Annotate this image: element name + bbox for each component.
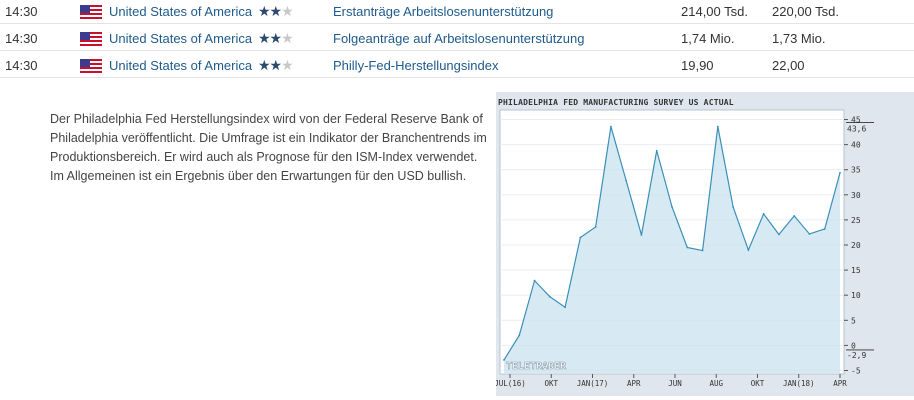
actual-value: 19,90 <box>681 58 714 73</box>
y-tick-label: 45 <box>851 116 861 125</box>
y-tick-label: 20 <box>851 241 861 250</box>
actual-value: 1,74 Mio. <box>681 31 735 46</box>
data-point <box>778 233 780 236</box>
y-tick-label: 25 <box>851 216 861 225</box>
x-tick-label: JUN <box>668 379 682 388</box>
event-link[interactable]: Erstanträge Arbeitslosenunterstützung <box>333 4 553 20</box>
x-tick-label: OKT <box>544 379 558 388</box>
country-link[interactable]: United States of America <box>109 31 252 47</box>
us-flag-icon <box>80 5 102 19</box>
y-tick-label: 0 <box>851 341 856 350</box>
forecast-value: 22,00 <box>772 58 805 73</box>
philly-fed-chart: -5 0 5 10 15 20 25 30 35 40 45 JUL(16) OKT JAN(17) AP… <box>494 92 914 396</box>
data-point <box>579 236 582 239</box>
y-tick-label: 35 <box>851 166 861 175</box>
x-tick-label: JAN(17) <box>577 379 609 388</box>
data-point <box>671 205 673 208</box>
event-time: 14:30 <box>5 4 38 19</box>
data-point <box>747 249 750 251</box>
data-point <box>533 279 536 282</box>
x-tick-label: JAN(18) <box>783 379 815 388</box>
importance-stars: ★★★ <box>258 3 294 19</box>
event-time: 14:30 <box>5 31 38 46</box>
country-link[interactable]: United States of America <box>109 4 252 20</box>
event-link[interactable]: Philly-Fed-Herstellungsindex <box>333 58 498 74</box>
data-point <box>823 228 826 230</box>
star-empty-icon: ★ <box>281 57 294 73</box>
actual-value: 214,00 Tsd. <box>681 4 748 19</box>
data-point <box>732 205 734 208</box>
x-tick-label: OKT <box>751 379 765 388</box>
data-point <box>594 226 597 228</box>
data-point <box>716 125 719 128</box>
forecast-value: 1,73 Mio. <box>772 31 826 46</box>
event-description: Der Philadelphia Fed Herstellungsindex w… <box>50 111 487 183</box>
data-point <box>762 212 765 215</box>
min-label: -2,9 <box>847 351 866 360</box>
us-flag-icon <box>80 32 102 46</box>
table-row[interactable]: 14:30 United States of America ★★★ Ersta… <box>0 0 914 24</box>
y-tick-label: 5 <box>851 316 856 325</box>
y-tick-label: 40 <box>851 141 861 150</box>
y-tick-label: -5 <box>851 366 861 375</box>
country-link[interactable]: United States of America <box>109 58 252 74</box>
x-tick-label: APR <box>833 379 847 388</box>
star-empty-icon: ★ <box>281 30 294 46</box>
us-flag-icon <box>80 59 102 73</box>
data-point <box>548 295 551 298</box>
importance-stars: ★★★ <box>258 30 294 46</box>
data-point <box>839 171 841 174</box>
y-tick-label: 15 <box>851 266 861 275</box>
star-filled-icon: ★★ <box>258 57 282 73</box>
data-point <box>625 179 628 182</box>
forecast-value: 220,00 Tsd. <box>772 4 839 19</box>
table-row[interactable]: 14:30 United States of America ★★★ Folge… <box>0 27 914 51</box>
star-empty-icon: ★ <box>281 3 294 19</box>
star-filled-icon: ★★ <box>258 3 282 19</box>
data-point <box>503 359 505 361</box>
x-tick-label: APR <box>627 379 641 388</box>
data-point <box>686 246 689 249</box>
data-point <box>808 233 811 235</box>
data-point <box>655 149 658 152</box>
data-point <box>518 334 521 337</box>
chart-watermark: TELETRADER <box>506 361 567 372</box>
data-point <box>701 249 704 252</box>
chart-panel: -5 0 5 10 15 20 25 30 35 40 45 JUL(16) OKT JAN(17) AP… <box>494 92 914 396</box>
data-point <box>564 306 566 309</box>
y-tick-label: 30 <box>851 191 861 200</box>
max-label: 43,6 <box>847 125 866 134</box>
y-tick-label: 10 <box>851 291 861 300</box>
event-link[interactable]: Folgeanträge auf Arbeitslosenunterstützu… <box>333 31 585 47</box>
star-filled-icon: ★★ <box>258 30 282 46</box>
data-point <box>610 125 612 128</box>
event-time: 14:30 <box>5 58 38 73</box>
x-tick-label: AUG <box>709 379 723 388</box>
importance-stars: ★★★ <box>258 57 294 73</box>
table-row[interactable]: 14:30 United States of America ★★★ Phill… <box>0 54 914 78</box>
data-point <box>793 214 796 217</box>
chart-title: PHILADELPHIA FED MANUFACTURING SURVEY US… <box>498 98 734 107</box>
x-tick-label: JUL(16) <box>496 379 526 388</box>
data-point <box>640 234 643 236</box>
